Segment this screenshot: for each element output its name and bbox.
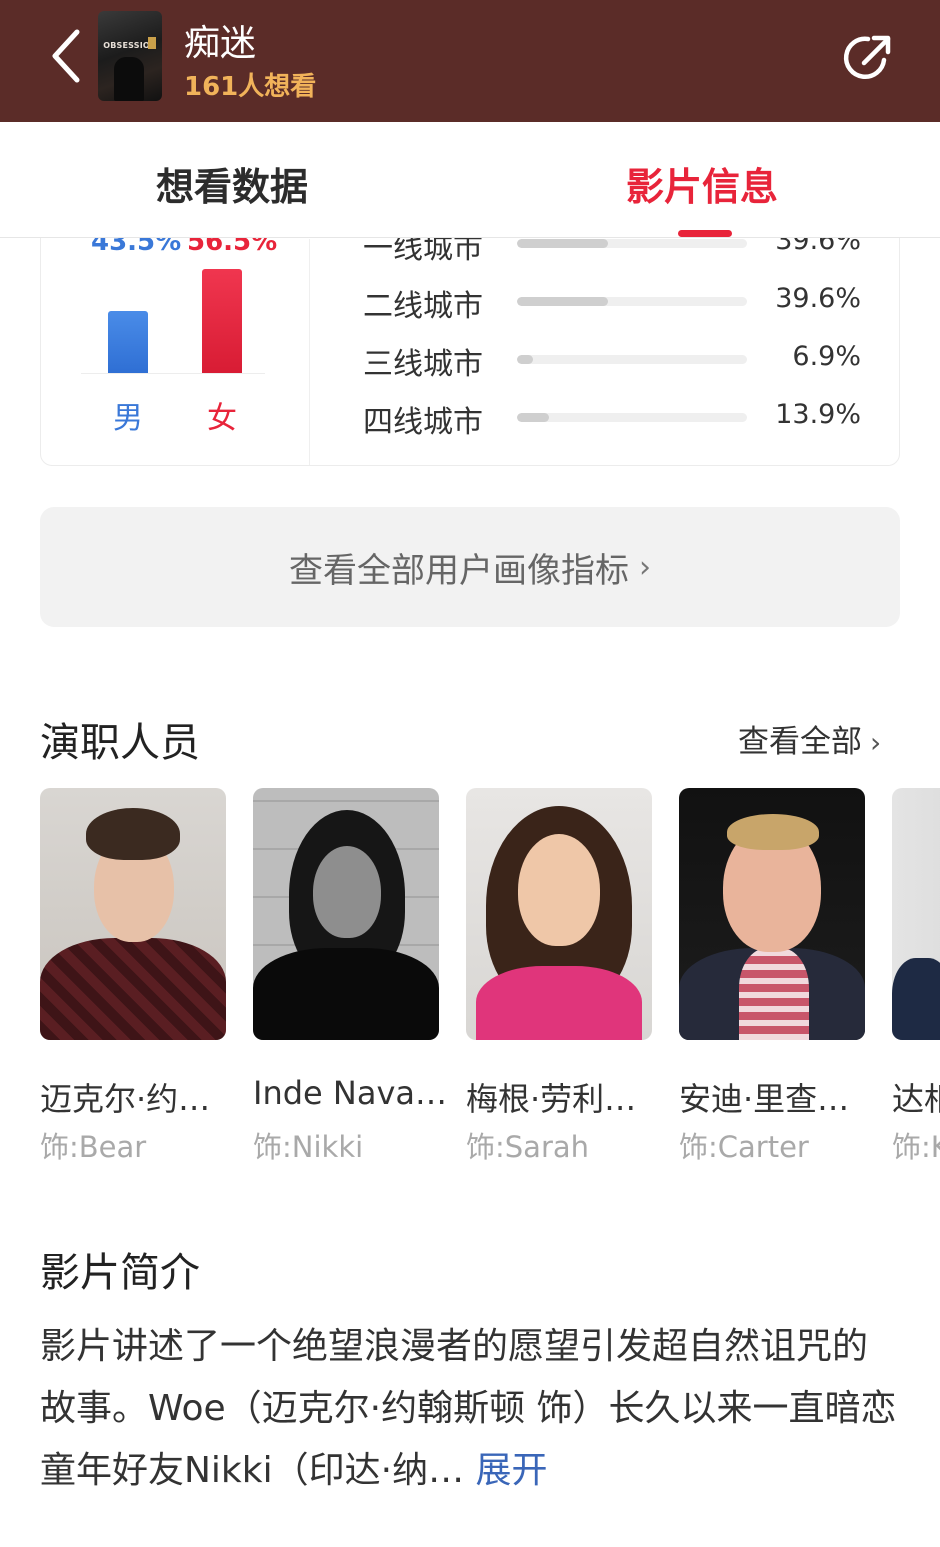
cast-role: 饰:Carter	[679, 1130, 809, 1164]
female-bar	[202, 269, 242, 373]
cast-name: 迈克尔·约…	[40, 1080, 211, 1118]
cast-section-title: 演职人员	[40, 720, 200, 766]
male-label: 男	[113, 401, 143, 436]
city-bar-fill	[517, 413, 549, 422]
city-row-tier2: 二线城市 39.6%	[363, 283, 861, 324]
cast-name: Inde Nava…	[253, 1074, 447, 1112]
city-bar-fill	[517, 297, 609, 306]
city-bar-fill	[517, 355, 533, 364]
movie-title: 痴迷	[184, 23, 257, 64]
cast-photo	[892, 788, 940, 1040]
portrait-button-label: 查看全部用户画像指标	[289, 550, 629, 591]
synopsis-section-title: 影片简介	[40, 1250, 200, 1296]
back-button[interactable]	[36, 24, 96, 88]
tab-movie-info[interactable]: 影片信息	[626, 156, 778, 211]
cast-role: 饰:Nikki	[253, 1130, 364, 1164]
cast-photo	[253, 788, 439, 1040]
cast-role: 饰:Sarah	[466, 1130, 590, 1164]
chevron-right-icon: ›	[870, 726, 882, 759]
cast-name: 梅根·劳利…	[466, 1080, 637, 1118]
app-header: OBSESSION 痴迷 161人想看	[0, 0, 940, 122]
cast-card[interactable]: 安迪·里查… 饰:Carter	[679, 788, 865, 1164]
cast-photo	[40, 788, 226, 1040]
expand-link[interactable]: 展开	[476, 1450, 548, 1491]
audience-stats-card: 43.5% 56.5% 男 女 一线城市 39.6% 二线城市 39.6% 三线…	[40, 200, 900, 466]
city-row-tier4: 四线城市 13.9%	[363, 399, 861, 440]
share-button[interactable]	[840, 30, 896, 86]
chevron-right-icon: ›	[639, 549, 651, 585]
cast-photo	[466, 788, 652, 1040]
cast-photo	[679, 788, 865, 1040]
view-all-cast-link[interactable]: 查看全部 ›	[738, 716, 881, 761]
view-all-portrait-button[interactable]: 查看全部用户画像指标 ›	[40, 507, 900, 627]
cast-card[interactable]: 达相 饰:K	[892, 788, 940, 1178]
cast-role: 饰:Bear	[40, 1130, 147, 1164]
share-icon	[843, 35, 891, 79]
cast-role: 饰:K	[892, 1130, 940, 1164]
city-bar-fill	[517, 239, 609, 248]
want-to-see-count: 161人想看	[184, 72, 317, 102]
chevron-left-icon	[52, 29, 80, 83]
city-row-tier3: 三线城市 6.9%	[363, 341, 861, 382]
active-tab-indicator	[678, 230, 732, 237]
tab-bar: 想看数据 影片信息	[0, 122, 940, 238]
male-bar	[108, 310, 148, 373]
synopsis-text: 影片讲述了一个绝望浪漫者的愿望引发超自然诅咒的故事。Woe（迈克尔·约翰斯顿 饰…	[40, 1326, 897, 1491]
tab-want-data[interactable]: 想看数据	[156, 156, 308, 211]
cast-card[interactable]: 梅根·劳利… 饰:Sarah	[466, 788, 652, 1164]
cast-name: 安迪·里查…	[679, 1080, 850, 1118]
cast-card[interactable]: 迈克尔·约… 饰:Bear	[40, 788, 226, 1164]
cast-card[interactable]: Inde Nava… 饰:Nikki	[253, 788, 447, 1164]
female-label: 女	[207, 401, 237, 436]
cast-name: 达相	[892, 1080, 940, 1118]
movie-poster[interactable]: OBSESSION	[98, 11, 162, 101]
